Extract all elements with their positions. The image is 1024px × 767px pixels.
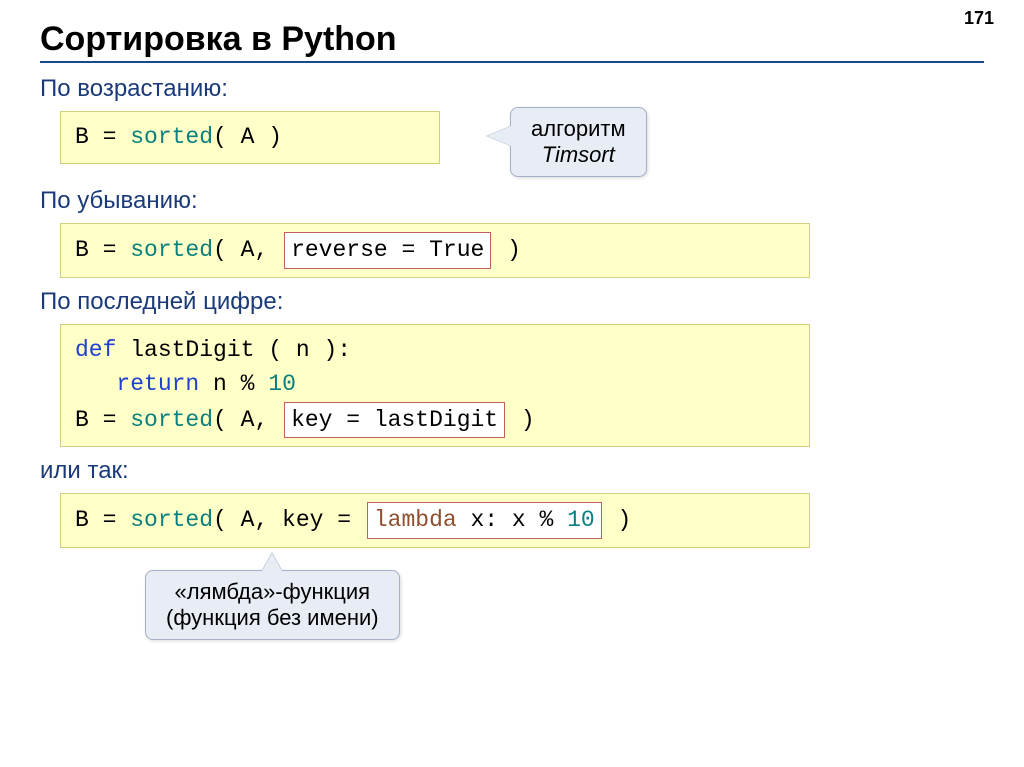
code-keyword: sorted [130,507,213,533]
code-keyword: sorted [130,407,213,433]
callout-tail-icon [487,126,511,146]
code-text: ) [604,507,632,533]
callout-timsort: алгоритм Timsort [510,107,647,177]
code-number: 10 [268,371,296,397]
code-keyword: def [75,337,116,363]
code-lastdigit: def lastDigit ( n ): return n % 10 B = s… [60,324,810,448]
code-text: x: x % [457,507,567,533]
code-text: key = lastDigit [291,407,498,433]
code-keyword: sorted [130,237,213,263]
row-ascending: B = sorted( A ) алгоритм Timsort [40,111,984,177]
section-or-so: или так: [40,457,984,485]
code-keyword: lambda [374,507,457,533]
highlight-lambda: lambda x: x % 10 [367,502,602,539]
code-lambda: B = sorted( A, key = lambda x: x % 10 ) [60,493,810,548]
code-text: ( A, [213,237,282,263]
code-number: 10 [567,507,595,533]
code-text: lastDigit ( n ): [116,337,351,363]
callout-line: (функция без имени) [166,605,379,630]
code-descending: B = sorted( A, reverse = True ) [60,223,810,278]
section-descending: По убыванию: [40,187,984,215]
page-number: 171 [964,8,994,29]
code-ascending: B = sorted( A ) [60,111,440,164]
code-text: ( A, key = [213,507,365,533]
code-keyword: return [116,371,199,397]
code-text: ( A, [213,407,282,433]
code-text: B = [75,124,130,150]
code-text: n % [199,371,268,397]
code-text: ) [507,407,535,433]
code-text: ( A ) [213,124,282,150]
code-text: B = [75,237,130,263]
code-text: reverse = True [291,237,484,263]
highlight-key: key = lastDigit [284,402,505,439]
code-keyword: sorted [130,124,213,150]
section-lastdigit: По последней цифре: [40,288,984,316]
callout-lambda: «лямбда»-функция (функция без имени) [145,570,400,640]
code-text: B = [75,507,130,533]
code-text: B = [75,407,130,433]
code-text: ) [493,237,521,263]
title-underline [40,61,984,63]
callout-line: Timsort [542,142,615,167]
section-ascending: По возрастанию: [40,75,984,103]
callout-line: алгоритм [531,116,626,141]
callout-line: «лямбда»-функция [175,579,371,604]
highlight-reverse: reverse = True [284,232,491,269]
page-title: Сортировка в Python [40,20,984,59]
callout-tail-icon [262,553,282,571]
